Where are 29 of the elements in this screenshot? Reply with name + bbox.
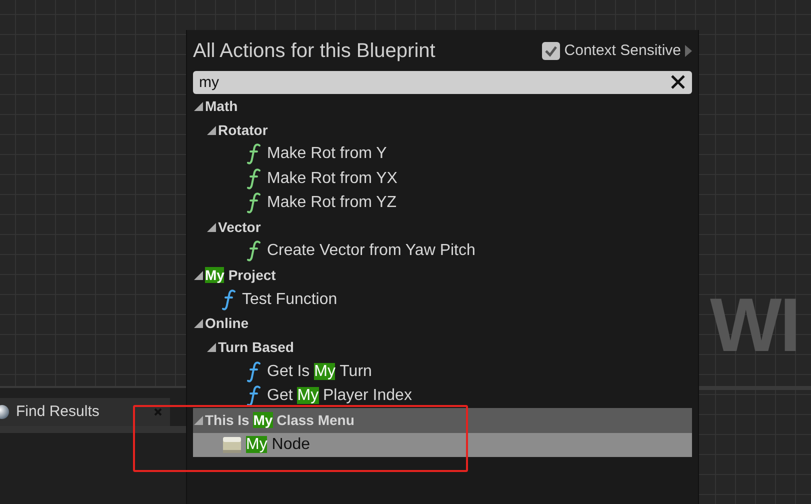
- category-label[interactable]: Rotator: [218, 120, 268, 141]
- search-field[interactable]: my: [193, 71, 692, 94]
- collapse-arrow-icon[interactable]: [207, 343, 216, 352]
- function-label[interactable]: Get My Player Index: [267, 384, 412, 408]
- menu-title: All Actions for this Blueprint: [193, 39, 436, 64]
- function-label[interactable]: Make Rot from YZ: [267, 190, 397, 215]
- collapse-arrow-icon[interactable]: [194, 270, 203, 280]
- category-label[interactable]: Vector: [218, 216, 261, 238]
- context-sensitive-label[interactable]: Context Sensitive: [564, 40, 681, 62]
- node-label[interactable]: My Node: [246, 432, 310, 457]
- clear-icon[interactable]: [670, 74, 686, 90]
- collapse-arrow-icon[interactable]: [194, 102, 203, 111]
- expand-arrow-icon[interactable]: [685, 45, 692, 57]
- node-icon: [222, 436, 242, 454]
- function-label[interactable]: Get Is My Turn: [267, 360, 372, 384]
- find-results-tab[interactable]: Find Results: [0, 398, 170, 426]
- globe-icon: [0, 404, 10, 420]
- function-label[interactable]: Test Function: [242, 288, 338, 312]
- category-label[interactable]: Online: [205, 313, 249, 334]
- collapse-arrow-icon[interactable]: [194, 319, 203, 328]
- collapse-arrow-icon[interactable]: [207, 126, 216, 135]
- category-label[interactable]: Turn Based: [218, 337, 294, 358]
- category-label[interactable]: My Project: [205, 264, 276, 286]
- checkbox[interactable]: [542, 42, 560, 60]
- function-label[interactable]: Make Rot from Y: [267, 142, 387, 166]
- function-label[interactable]: Make Rot from YX: [267, 166, 398, 191]
- category-label[interactable]: Math: [205, 96, 238, 117]
- collapse-arrow-icon[interactable]: [207, 222, 216, 232]
- function-label[interactable]: Create Vector from Yaw Pitch: [267, 239, 476, 264]
